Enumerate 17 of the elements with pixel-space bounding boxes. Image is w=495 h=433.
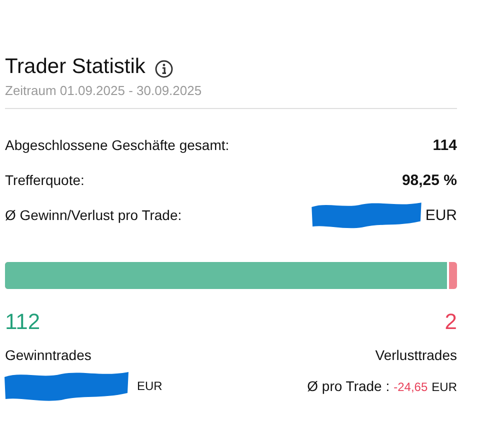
stat-value: EUR [425,206,457,224]
win-count: 112 [5,309,40,335]
loss-count: 2 [444,309,457,335]
loss-label: Verlusttrades [375,347,457,363]
info-icon[interactable] [155,60,174,78]
currency-text: EUR [137,379,162,393]
stat-value: 114 [432,136,457,154]
stat-label: Trefferquote: [5,172,84,188]
card-title: Trader Statistik [5,55,146,79]
win-label: Gewinntrades [5,347,92,363]
currency-text: EUR [432,380,457,394]
average-label: Ø pro Trade : [307,378,390,394]
period-text: Zeitraum 01.09.2025 - 30.09.2025 [5,83,203,98]
stat-label: Ø Gewinn/Verlust pro Trade: [5,207,182,223]
stat-value: 98,25 % [402,172,457,188]
average-loss-value: -24,65 [394,380,428,394]
stat-label: Abgeschlossene Geschäfte gesamt: [5,137,230,153]
